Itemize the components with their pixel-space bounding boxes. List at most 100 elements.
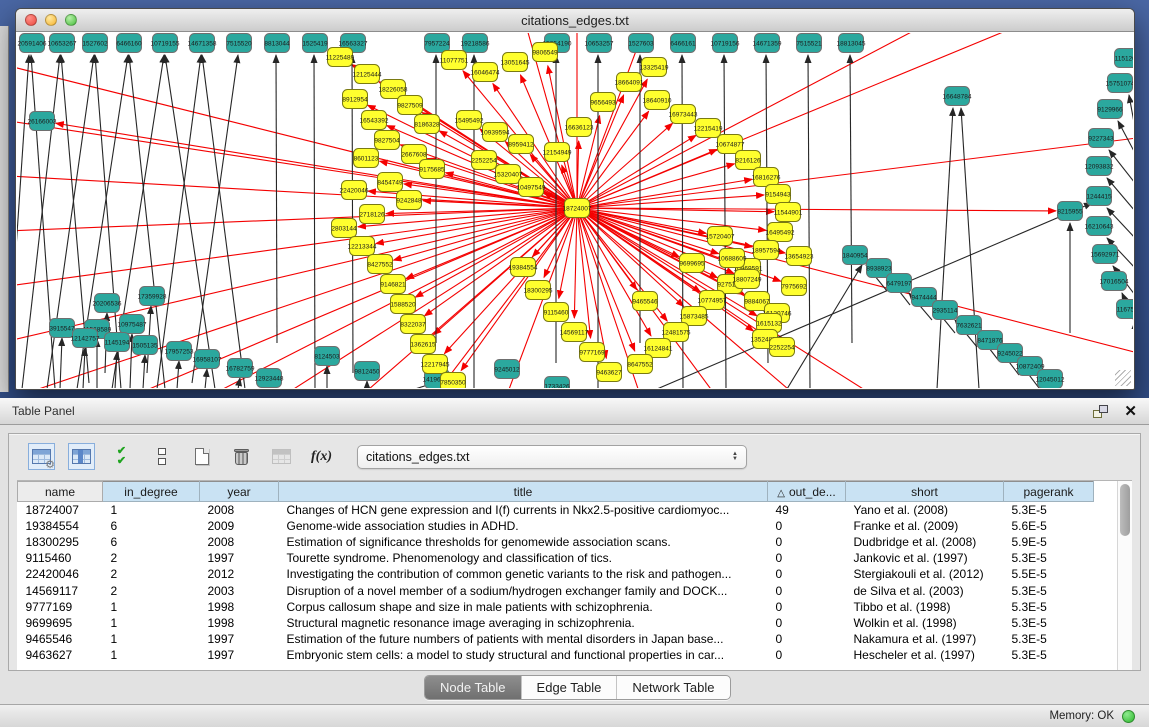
delete-table-button[interactable] xyxy=(229,444,254,469)
table-cell-year[interactable]: 2008 xyxy=(200,502,279,518)
table-cell-year[interactable]: 1997 xyxy=(200,550,279,566)
table-scrollbar-thumb[interactable] xyxy=(1120,484,1130,536)
graph-node-yellow[interactable]: 9465546 xyxy=(632,292,658,311)
graph-node-yellow[interactable]: 8186328 xyxy=(414,115,440,134)
graph-node-teal[interactable]: 9812450 xyxy=(354,362,380,381)
table-cell-in_degree[interactable]: 1 xyxy=(103,502,200,518)
table-cell-pagerank[interactable]: 5.3E-5 xyxy=(1004,582,1094,598)
table-cell-short[interactable]: Nakamura et al. (1997) xyxy=(846,631,1004,647)
graph-node-teal[interactable]: 6466160 xyxy=(116,34,142,53)
citation-edge-red[interactable] xyxy=(577,133,1133,208)
graph-node-teal[interactable]: 7515520 xyxy=(226,34,252,53)
table-cell-name[interactable]: 19384554 xyxy=(18,518,103,534)
graph-node-yellow[interactable]: 9115460 xyxy=(544,303,569,322)
table-cell-short[interactable]: Stergiakouli et al. (2012) xyxy=(846,566,1004,582)
citation-network-graph[interactable]: 2059140610653267152760264661601071915514… xyxy=(17,33,1133,388)
graph-node-yellow[interactable]: 11225489 xyxy=(326,48,355,67)
citation-edge-black[interactable] xyxy=(17,55,29,383)
graph-node-teal[interactable]: 2935114 xyxy=(933,301,958,320)
graph-node-yellow[interactable]: 2252254 xyxy=(769,338,795,357)
graph-node-teal[interactable]: 8124503 xyxy=(314,347,340,366)
table-cell-out_degree[interactable]: 0 xyxy=(768,518,846,534)
table-cell-title[interactable]: Changes of HCN gene expression and I(f) … xyxy=(279,502,768,518)
graph-node-teal[interactable]: 17016504 xyxy=(1100,272,1129,291)
graph-node-yellow[interactable]: 16636123 xyxy=(565,118,594,137)
citation-edge-black[interactable] xyxy=(31,55,55,388)
table-cell-short[interactable]: Yano et al. (2008) xyxy=(846,502,1004,518)
graph-node-teal[interactable]: 1527602 xyxy=(82,34,108,53)
table-cell-pagerank[interactable]: 5.3E-5 xyxy=(1004,550,1094,566)
graph-node-teal[interactable]: 17359928 xyxy=(138,287,167,306)
graph-node-teal[interactable]: 1145194 xyxy=(105,333,130,352)
graph-node-yellow[interactable]: 14569117 xyxy=(560,323,589,342)
table-cell-in_degree[interactable]: 6 xyxy=(103,518,200,534)
citation-edge-black[interactable] xyxy=(143,355,145,388)
table-cell-name[interactable]: 18724007 xyxy=(18,502,103,518)
citation-edge-black[interactable] xyxy=(937,108,953,388)
window-resize-grip[interactable] xyxy=(1115,370,1131,386)
graph-node-yellow[interactable]: 13051645 xyxy=(501,53,530,72)
graph-node-teal[interactable]: 8813044 xyxy=(264,34,290,53)
window-titlebar[interactable]: citations_edges.txt xyxy=(16,9,1134,32)
table-cell-year[interactable]: 2003 xyxy=(200,582,279,598)
graph-node-teal[interactable]: 26166003 xyxy=(28,112,57,131)
memory-ok-indicator[interactable] xyxy=(1122,710,1135,723)
graph-node-yellow[interactable]: 9175685 xyxy=(419,160,445,179)
citation-edge-black[interactable] xyxy=(205,369,207,388)
graph-node-yellow[interactable]: 2803144 xyxy=(331,219,357,238)
graph-node-teal[interactable]: 8215955 xyxy=(1057,202,1083,221)
table-cell-short[interactable]: Tibbo et al. (1998) xyxy=(846,599,1004,615)
column-header-year[interactable]: year xyxy=(200,482,279,502)
table-row[interactable]: 911546021997Tourette syndrome. Phenomeno… xyxy=(18,550,1094,566)
column-header-name[interactable]: name xyxy=(18,482,103,502)
close-window-button[interactable] xyxy=(25,14,37,26)
graph-node-yellow[interactable]: 16973443 xyxy=(669,105,698,124)
graph-node-teal[interactable]: 15692971 xyxy=(1091,245,1120,264)
graph-node-teal[interactable]: 19218586 xyxy=(461,34,490,53)
table-cell-pagerank[interactable]: 5.3E-5 xyxy=(1004,615,1094,631)
table-row[interactable]: 946362711997Embryonic stem cells: a mode… xyxy=(18,647,1094,663)
graph-node-teal[interactable]: 20206536 xyxy=(93,294,122,313)
table-cell-short[interactable]: Franke et al. (2009) xyxy=(846,518,1004,534)
graph-node-teal[interactable]: 18813045 xyxy=(837,34,866,53)
graph-node-teal[interactable]: 14671359 xyxy=(753,34,782,53)
graph-node-yellow[interactable]: 9827504 xyxy=(374,131,400,150)
select-columns-button[interactable] xyxy=(69,444,94,469)
column-header-title[interactable]: title xyxy=(279,482,768,502)
table-cell-out_degree[interactable]: 0 xyxy=(768,534,846,550)
graph-node-teal[interactable]: 16958107 xyxy=(193,350,222,369)
graph-node-teal[interactable]: 1525419 xyxy=(302,34,328,53)
graph-node-teal[interactable]: 1505135 xyxy=(132,336,158,355)
citation-edge-black[interactable] xyxy=(276,55,277,343)
graph-node-yellow[interactable]: 9146821 xyxy=(380,275,406,294)
close-panel-icon[interactable]: ✕ xyxy=(1124,404,1137,419)
graph-node-teal[interactable]: 9129966 xyxy=(1097,100,1123,119)
table-cell-short[interactable]: Hescheler et al. (1997) xyxy=(846,647,1004,663)
graph-node-teal[interactable]: 12142757 xyxy=(71,329,100,348)
table-cell-name[interactable]: 9465546 xyxy=(18,631,103,647)
function-builder-button[interactable]: f(x) xyxy=(309,444,334,469)
citation-edge-black[interactable] xyxy=(83,348,85,388)
citation-edge-black[interactable] xyxy=(177,361,179,388)
graph-node-yellow[interactable]: 10497549 xyxy=(517,178,546,197)
graph-node-teal[interactable]: 1527603 xyxy=(628,34,654,53)
table-row[interactable]: 1456911722003Disruption of a novel membe… xyxy=(18,582,1094,598)
table-cell-in_degree[interactable]: 1 xyxy=(103,615,200,631)
table-row[interactable]: 946554611997Estimation of the future num… xyxy=(18,631,1094,647)
graph-node-yellow[interactable]: 12215419 xyxy=(694,119,723,138)
column-header-in_degree[interactable]: in_degree xyxy=(103,482,200,502)
table-cell-short[interactable]: Jankovic et al. (1997) xyxy=(846,550,1004,566)
graph-node-yellow[interactable]: 9154943 xyxy=(765,185,791,204)
graph-node-yellow[interactable]: 19384554 xyxy=(509,258,538,277)
graph-node-yellow[interactable]: 9242848 xyxy=(396,191,422,210)
tab-node-table[interactable]: Node Table xyxy=(425,676,521,699)
table-cell-pagerank[interactable]: 5.3E-5 xyxy=(1004,599,1094,615)
new-table-button[interactable] xyxy=(189,444,214,469)
table-cell-name[interactable]: 9699695 xyxy=(18,615,103,631)
graph-node-teal[interactable]: 10653267 xyxy=(48,34,77,53)
graph-node-yellow[interactable]: 8322037 xyxy=(400,315,426,334)
table-row[interactable]: 969969511998Structural magnetic resonanc… xyxy=(18,615,1094,631)
graph-node-yellow[interactable]: 2718126 xyxy=(359,205,385,224)
graph-node-teal[interactable]: 9245012 xyxy=(494,360,520,379)
table-cell-out_degree[interactable]: 49 xyxy=(768,502,846,518)
